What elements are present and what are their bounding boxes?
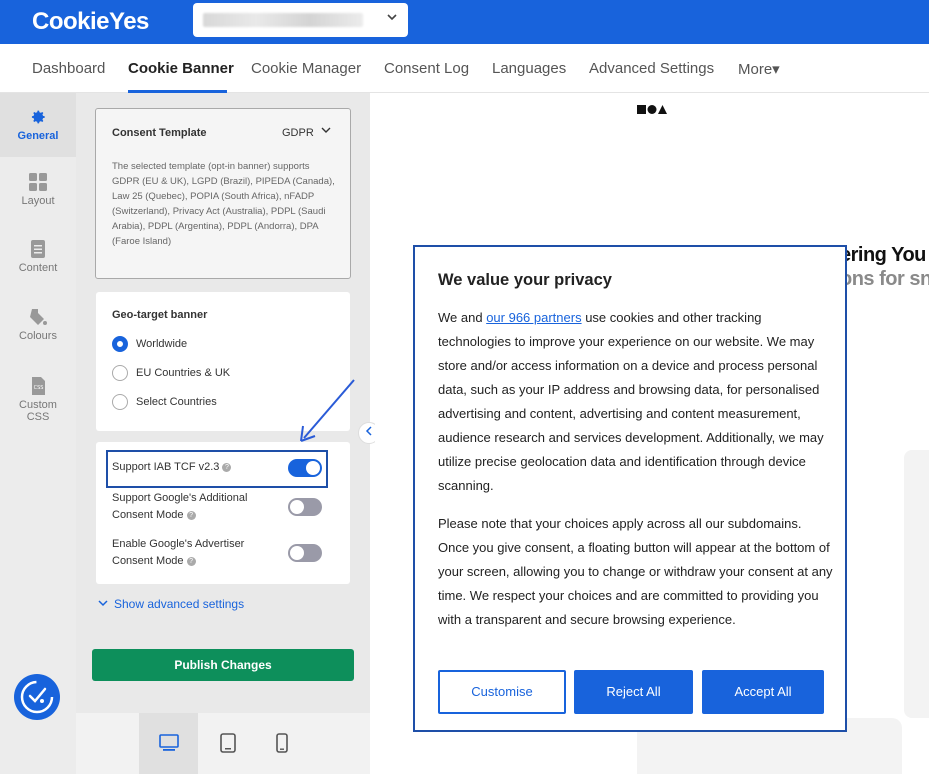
- device-tablet-button[interactable]: [198, 713, 257, 774]
- consent-template-value: GDPR: [282, 127, 314, 139]
- device-switcher: [76, 713, 370, 774]
- option-label-text: Support Google's Additional Consent Mode: [112, 492, 248, 521]
- option-label-text: Enable Google's Advertiser Consent Mode: [112, 538, 245, 567]
- customise-button[interactable]: Customise: [438, 670, 566, 714]
- radio-eu-uk[interactable]: [112, 365, 128, 381]
- main-nav: Dashboard Cookie Banner Cookie Manager C…: [0, 44, 929, 93]
- arrow-annotation-icon: [300, 379, 355, 442]
- paint-bucket-icon: [30, 309, 47, 325]
- sidebar-item-label: General: [17, 130, 59, 142]
- toggle-google-additional[interactable]: [288, 498, 322, 516]
- chevron-down-icon: [320, 124, 332, 139]
- desktop-icon: [159, 734, 179, 751]
- sidebar-item-colours[interactable]: Colours: [0, 308, 76, 342]
- iab-highlight-box: [106, 450, 328, 488]
- consent-template-title: Consent Template: [112, 127, 207, 139]
- modal-title: We value your privacy: [438, 271, 612, 289]
- consent-template-description: The selected template (opt-in banner) su…: [112, 161, 335, 247]
- help-button[interactable]: [14, 674, 60, 720]
- sidebar-item-general[interactable]: General: [0, 93, 76, 157]
- show-advanced-settings-link[interactable]: Show advanced settings: [98, 597, 244, 611]
- radio-worldwide[interactable]: [112, 336, 128, 352]
- document-icon: [31, 240, 45, 258]
- icon-sidebar: General Layout Content Colours CSS Custo…: [0, 93, 76, 774]
- radio-label-worldwide: Worldwide: [136, 338, 188, 350]
- sidebar-item-label: Colours: [19, 330, 57, 342]
- radio-select-countries[interactable]: [112, 394, 128, 410]
- chevron-down-icon: [98, 600, 108, 607]
- text-span: use cookies and other tracking technolog…: [438, 310, 824, 493]
- modal-body: We and our 966 partners use cookies and …: [438, 306, 833, 646]
- nav-languages[interactable]: Languages: [492, 60, 566, 77]
- toggle-knob: [290, 500, 304, 514]
- layout-icon: [29, 173, 47, 191]
- modal-paragraph-1: We and our 966 partners use cookies and …: [438, 306, 833, 498]
- chevron-down-icon: [386, 11, 398, 26]
- nav-dashboard[interactable]: Dashboard: [32, 60, 105, 77]
- toggle-google-advertiser[interactable]: [288, 544, 322, 562]
- consent-template-card[interactable]: Consent Template GDPR The selected templ…: [95, 108, 351, 279]
- nav-consent-log[interactable]: Consent Log: [384, 60, 469, 77]
- modal-paragraph-2: Please note that your choices apply acro…: [438, 516, 833, 627]
- support-icon: [20, 680, 54, 714]
- partners-link[interactable]: our 966 partners: [486, 310, 581, 325]
- gear-icon: [31, 110, 45, 124]
- option-google-additional-label: Support Google's Additional Consent Mode…: [112, 490, 282, 524]
- nav-more[interactable]: More▾: [738, 60, 780, 78]
- radio-label-select-countries: Select Countries: [136, 396, 217, 408]
- nav-cookie-manager[interactable]: Cookie Manager: [251, 60, 361, 77]
- sidebar-item-layout[interactable]: Layout: [0, 173, 76, 207]
- mobile-icon: [276, 733, 288, 753]
- reject-all-button[interactable]: Reject All: [574, 670, 693, 714]
- sidebar-item-label: Custom: [19, 399, 57, 411]
- nav-cookie-banner[interactable]: Cookie Banner: [128, 60, 234, 77]
- option-google-advertiser-label: Enable Google's Advertiser Consent Mode?: [112, 536, 282, 570]
- tablet-icon: [220, 733, 236, 753]
- sidebar-item-label-2: CSS: [26, 411, 50, 423]
- background-subheading: ons for sn: [840, 268, 929, 290]
- sidebar-item-label: Content: [18, 262, 58, 274]
- radio-label-eu-uk: EU Countries & UK: [136, 367, 231, 379]
- geo-target-title: Geo-target banner: [112, 309, 208, 321]
- text-span: We and: [438, 310, 487, 325]
- site-selector[interactable]: [193, 3, 408, 37]
- cookie-consent-modal: We value your privacy We and our 966 par…: [413, 245, 847, 732]
- nav-advanced-settings[interactable]: Advanced Settings: [589, 60, 714, 77]
- help-icon[interactable]: ?: [186, 511, 196, 520]
- site-url-blurred: [203, 13, 363, 27]
- site-logo-icon: [637, 105, 667, 114]
- background-block: [904, 450, 929, 718]
- help-icon[interactable]: ?: [186, 557, 196, 566]
- accept-all-button[interactable]: Accept All: [702, 670, 824, 714]
- device-mobile-button[interactable]: [252, 713, 311, 774]
- svg-text:CSS: CSS: [34, 385, 44, 391]
- chevron-left-icon: [365, 426, 372, 436]
- sidebar-item-label: Layout: [21, 195, 55, 207]
- css-file-icon: CSS: [32, 377, 45, 395]
- background-heading: ering You: [840, 244, 926, 266]
- toggle-knob: [290, 546, 304, 560]
- publish-changes-button[interactable]: Publish Changes: [92, 649, 354, 681]
- top-bar: CookieYes: [0, 0, 929, 44]
- device-desktop-button[interactable]: [139, 713, 198, 774]
- sidebar-item-custom-css[interactable]: CSS Custom CSS: [0, 377, 76, 423]
- advanced-link-text: Show advanced settings: [114, 597, 245, 611]
- logo: CookieYes: [32, 8, 149, 35]
- sidebar-item-content[interactable]: Content: [0, 240, 76, 274]
